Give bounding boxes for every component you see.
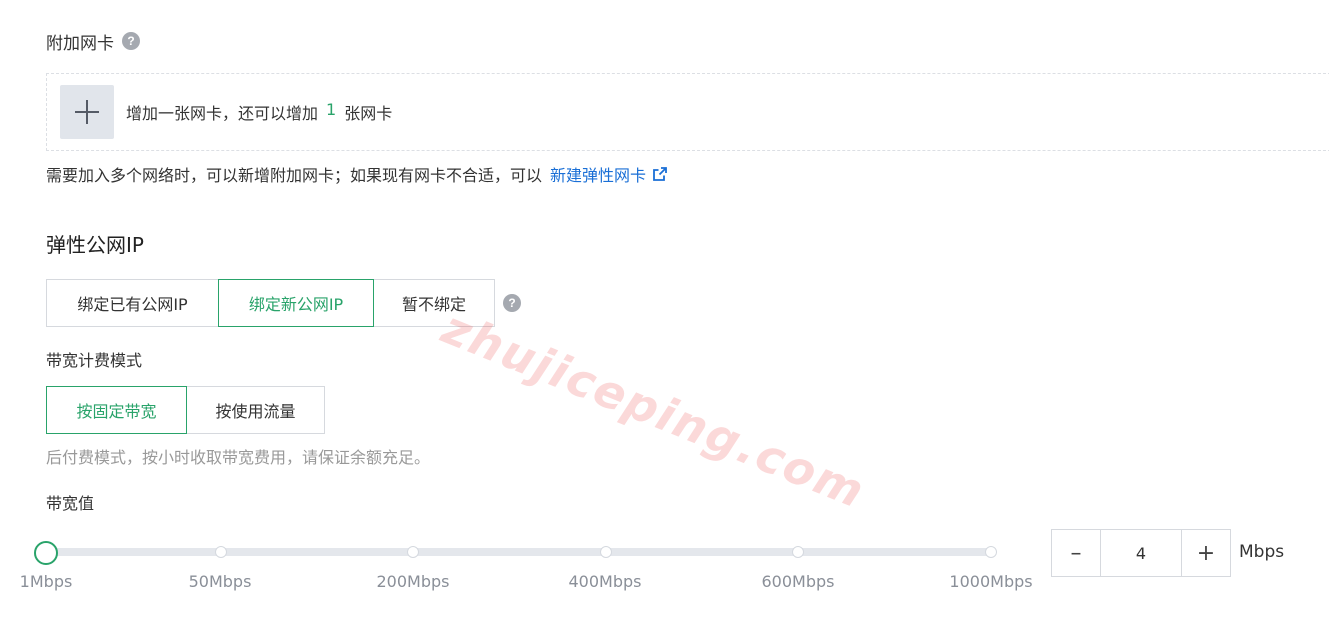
slider-tick[interactable]: [985, 546, 997, 558]
eip-config-page: 附加网卡 ? 增加一张网卡，还可以增加 1 张网卡 需要加入多个网络时，可以新增…: [0, 0, 1329, 636]
nic-add-prefix: 增加一张网卡，还可以增加: [126, 104, 319, 123]
billing-hint: 后付费模式，按小时收取带宽费用，请保证余额充足。: [46, 448, 431, 467]
eip-help-icon[interactable]: ?: [503, 294, 521, 312]
slider-tick[interactable]: [407, 546, 419, 558]
tick-label-600mbps: 600Mbps: [761, 572, 835, 591]
billing-options: 按固定带宽 按使用流量: [46, 386, 325, 434]
create-eni-link[interactable]: 新建弹性网卡: [550, 162, 668, 186]
tick-label-50mbps: 50Mbps: [188, 572, 252, 591]
bandwidth-label: 带宽值: [46, 494, 95, 513]
nic-hint-text: 需要加入多个网络时，可以新增附加网卡；如果现有网卡不合适，可以: [46, 166, 543, 185]
fixed-bandwidth-option[interactable]: 按固定带宽: [46, 386, 187, 434]
watermark: zhujiceping.com: [434, 300, 874, 519]
slider-tick[interactable]: [600, 546, 612, 558]
nic-remaining-count: 1: [326, 100, 337, 119]
external-link-icon: [653, 167, 667, 181]
nic-box: 增加一张网卡，还可以增加 1 张网卡: [46, 73, 1329, 151]
eip-title: 弹性公网IP: [46, 233, 144, 257]
bandwidth-slider-handle[interactable]: [34, 541, 58, 565]
create-eni-link-label: 新建弹性网卡: [550, 166, 647, 185]
add-nic-button[interactable]: [60, 85, 114, 139]
bind-new-ip-option[interactable]: 绑定新公网IP: [218, 279, 374, 327]
help-icon[interactable]: ?: [122, 32, 140, 50]
slider-tick[interactable]: [215, 546, 227, 558]
nic-hint: 需要加入多个网络时，可以新增附加网卡；如果现有网卡不合适，可以 新建弹性网卡: [46, 162, 668, 186]
tick-label-400mbps: 400Mbps: [568, 572, 642, 591]
increment-button[interactable]: +: [1182, 530, 1230, 576]
tick-label-1000mbps: 1000Mbps: [949, 572, 1033, 591]
bandwidth-slider-track[interactable]: [46, 548, 992, 556]
slider-tick[interactable]: [792, 546, 804, 558]
tick-label-200mbps: 200Mbps: [376, 572, 450, 591]
decrement-button[interactable]: –: [1052, 530, 1100, 576]
nic-add-suffix: 张网卡: [344, 104, 393, 123]
eip-options: 绑定已有公网IP 绑定新公网IP 暂不绑定: [46, 279, 495, 327]
bandwidth-unit: Mbps: [1239, 542, 1285, 562]
traffic-billing-option[interactable]: 按使用流量: [186, 386, 325, 434]
tick-label-1mbps: 1Mbps: [19, 572, 73, 591]
nic-label: 附加网卡: [46, 33, 114, 54]
plus-icon-vertical: [86, 100, 88, 124]
nic-add-text: 增加一张网卡，还可以增加 1 张网卡: [126, 100, 392, 124]
nic-label-row: 附加网卡 ?: [46, 29, 140, 54]
bandwidth-value-input[interactable]: 4: [1100, 530, 1182, 576]
bandwidth-stepper: – 4 +: [1051, 529, 1231, 577]
bind-existing-ip-option[interactable]: 绑定已有公网IP: [46, 279, 219, 327]
billing-mode-label: 带宽计费模式: [46, 351, 143, 370]
